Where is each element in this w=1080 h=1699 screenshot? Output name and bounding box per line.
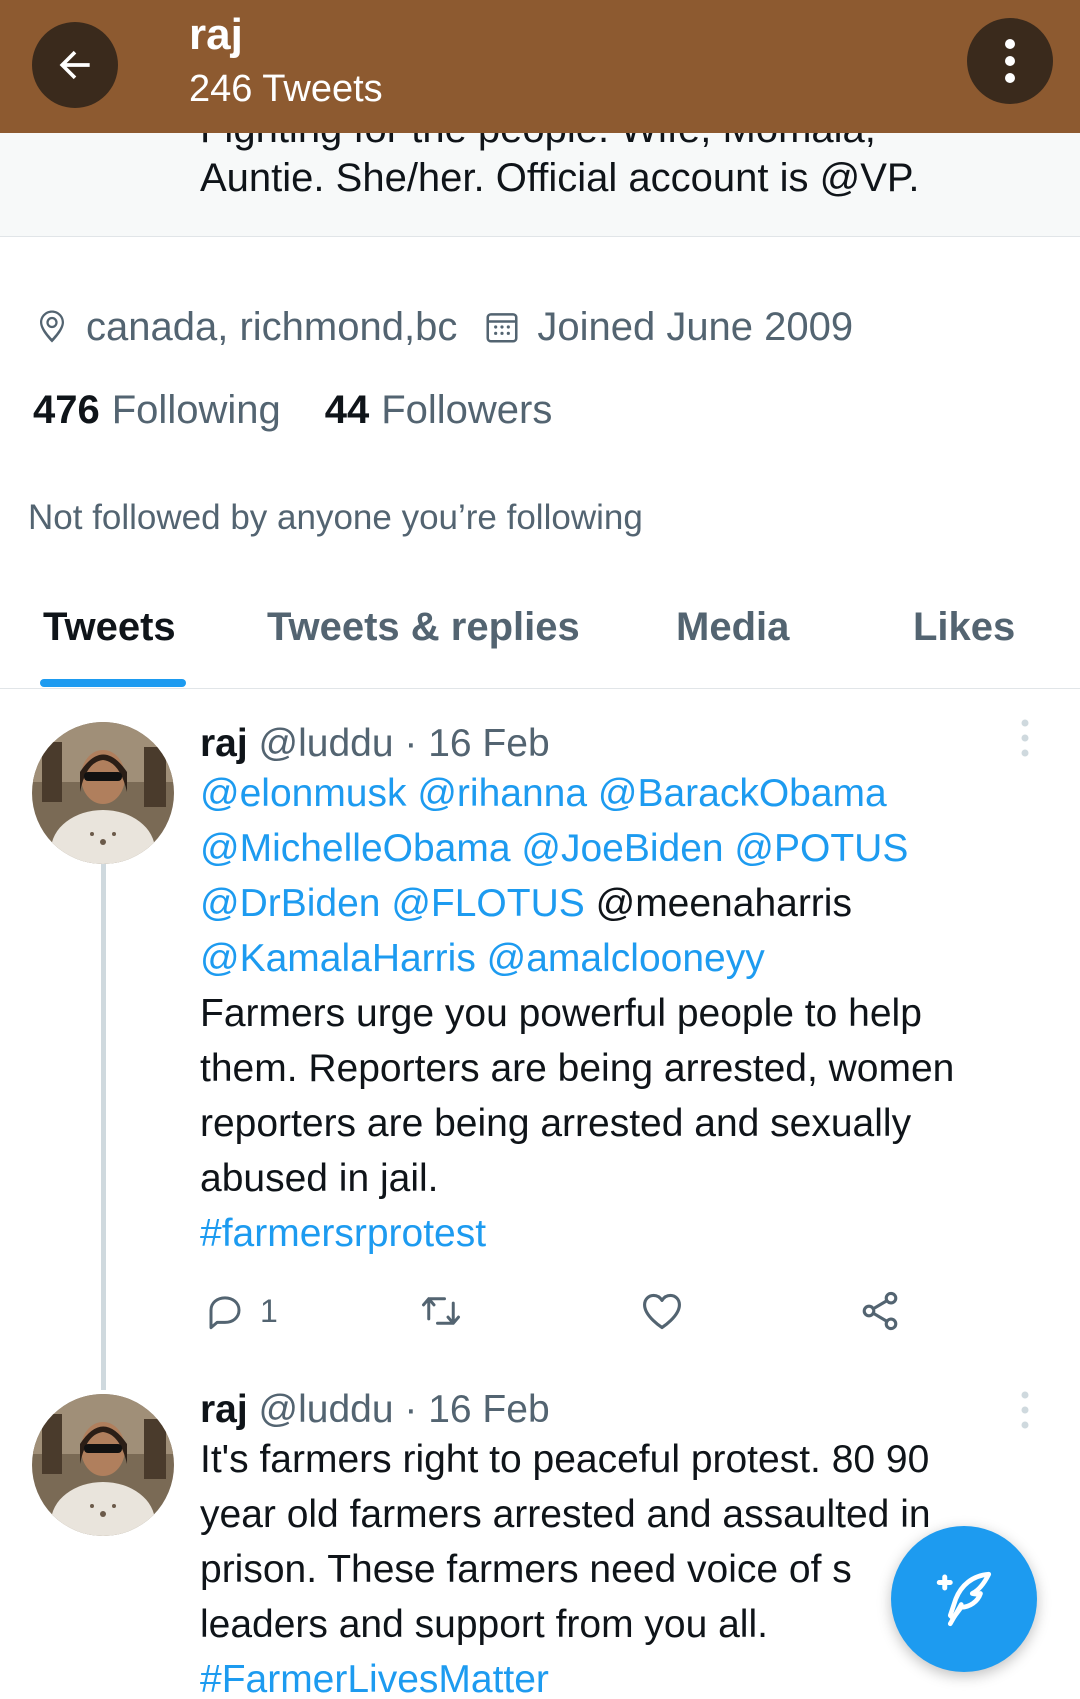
tab-tweets-replies[interactable]: Tweets & replies: [267, 585, 580, 689]
tweet-text-segment: year old farmers arrested and assaulted …: [200, 1493, 931, 1536]
avatar-photo: [32, 722, 174, 864]
bio-line-partial: Fighting for the people. Wife, Momala,: [200, 133, 876, 152]
tweet-text-line: Farmers urge you powerful people to help: [200, 986, 1030, 1041]
mention-link[interactable]: @MichelleObama @JoeBiden @POTUS: [200, 827, 908, 870]
profile-bio: Fighting for the people. Wife, Momala, A…: [0, 133, 1080, 237]
tweet-text-segment: @meenaharris: [584, 882, 852, 925]
tweet-text-line: abused in jail.: [200, 1151, 1030, 1206]
back-button[interactable]: [32, 22, 118, 108]
tweet-text-line: #farmersrprotest: [200, 1206, 1030, 1261]
retweet-icon: [422, 1297, 460, 1325]
arrow-left-icon: [59, 50, 90, 80]
tweet-author-name: raj: [200, 1388, 248, 1431]
avatar[interactable]: [32, 1394, 174, 1536]
tweet-text-line: them. Reporters are being arrested, wome…: [200, 1041, 1030, 1096]
tweet-text: @elonmusk @rihanna @BarackObama @Michelle…: [200, 766, 1030, 1261]
tweet-text-line: @KamalaHarris @amalclooneyy: [200, 931, 1030, 986]
tweet-text-segment: prison. These farmers need voice of s: [200, 1548, 852, 1591]
tweet-header: raj @luddu · 16 Feb: [200, 1388, 550, 1432]
calendar-icon: [486, 313, 518, 343]
tweet[interactable]: raj @luddu · 16 Feb @elonmusk @rihanna @…: [0, 700, 1080, 1390]
mention-link[interactable]: #FarmerLivesMatter: [200, 1658, 549, 1699]
location-pin-icon: [40, 310, 64, 343]
following-count: 476: [33, 388, 100, 432]
tweet-handle-date: @luddu · 16 Feb: [258, 1388, 550, 1431]
tab-media[interactable]: Media: [676, 585, 789, 689]
tweet-text-segment: leaders and support from you all.: [200, 1603, 768, 1646]
not-followed-notice: Not followed by anyone you’re following: [28, 498, 643, 537]
profile-tabs: Tweets Tweets & replies Media Likes: [0, 585, 1080, 689]
joined-text: Joined June 2009: [537, 304, 854, 349]
compose-feather-icon: [936, 1571, 992, 1627]
tweet-text-line: year old farmers arrested and assaulted …: [200, 1487, 1030, 1542]
compose-tweet-button[interactable]: [891, 1526, 1037, 1672]
reply-icon: [209, 1296, 241, 1330]
followers-count: 44: [324, 388, 370, 432]
reply-button[interactable]: 1: [204, 1286, 278, 1336]
tab-likes[interactable]: Likes: [913, 585, 1015, 689]
more-options-button[interactable]: [967, 18, 1053, 104]
header-profile-name: raj: [189, 10, 243, 59]
tweet-handle-date: @luddu · 16 Feb: [258, 722, 550, 765]
mention-link[interactable]: @elonmusk @rihanna @BarackObama: [200, 772, 887, 815]
followers-label: Followers: [381, 388, 553, 432]
tweet-more-icon[interactable]: [1013, 1390, 1037, 1430]
reply-count: 1: [260, 1292, 278, 1329]
header-tweet-count: 246 Tweets: [189, 68, 383, 110]
avatar[interactable]: [32, 722, 174, 864]
profile-location: canada, richmond,bc: [34, 305, 457, 350]
tweet-actions: 1: [200, 1286, 920, 1336]
following-label: Following: [111, 388, 281, 432]
mention-link[interactable]: @KamalaHarris @amalclooneyy: [200, 937, 765, 980]
active-tab-indicator: [40, 679, 186, 687]
tweet-text-line: #FarmerLivesMatter: [200, 1652, 1030, 1699]
tweet-text-segment: It's farmers right to peaceful protest. …: [200, 1438, 930, 1481]
tweet-author-name: raj: [200, 722, 248, 765]
avatar-photo: [32, 1394, 174, 1536]
tab-tweets[interactable]: Tweets: [43, 585, 176, 689]
tweet-header: raj @luddu · 16 Feb: [200, 722, 550, 766]
tweet-text-segment: Farmers urge you powerful people to help: [200, 992, 922, 1035]
profile-joined: Joined June 2009: [483, 305, 853, 350]
tweet-text-segment: them. Reporters are being arrested, wome…: [200, 1047, 955, 1090]
vertical-dots-icon: [1005, 39, 1015, 83]
like-button[interactable]: [640, 1286, 684, 1336]
follow-stats: 476 Following 44 Followers: [33, 388, 596, 433]
tweet-text-line: reporters are being arrested and sexuall…: [200, 1096, 1030, 1151]
tweet-text-segment: abused in jail.: [200, 1157, 439, 1200]
mention-link[interactable]: @DrBiden @FLOTUS: [200, 882, 585, 925]
heart-icon: [643, 1293, 681, 1330]
tweet-text-line: @MichelleObama @JoeBiden @POTUS: [200, 821, 1030, 876]
bio-line: Auntie. She/her. Official account is @VP…: [200, 156, 920, 200]
tweet-text-line: It's farmers right to peaceful protest. …: [200, 1432, 1030, 1487]
thread-connector: [101, 860, 106, 1390]
tweet-text-line: @DrBiden @FLOTUS @meenaharris: [200, 876, 1030, 931]
followers-link[interactable]: 44 Followers: [325, 388, 553, 433]
share-button[interactable]: [858, 1286, 902, 1336]
profile-header: raj 246 Tweets: [0, 0, 1080, 133]
following-link[interactable]: 476 Following: [33, 388, 281, 433]
profile-meta: canada, richmond,bc Joined June 2009: [34, 302, 879, 352]
retweet-button[interactable]: [418, 1286, 464, 1336]
tweet-more-icon[interactable]: [1013, 718, 1037, 758]
location-text: canada, richmond,bc: [86, 304, 458, 349]
share-icon: [862, 1291, 898, 1331]
mention-link[interactable]: #farmersrprotest: [200, 1212, 486, 1255]
tweet-text-segment: reporters are being arrested and sexuall…: [200, 1102, 912, 1145]
tweet-text-line: @elonmusk @rihanna @BarackObama: [200, 766, 1030, 821]
